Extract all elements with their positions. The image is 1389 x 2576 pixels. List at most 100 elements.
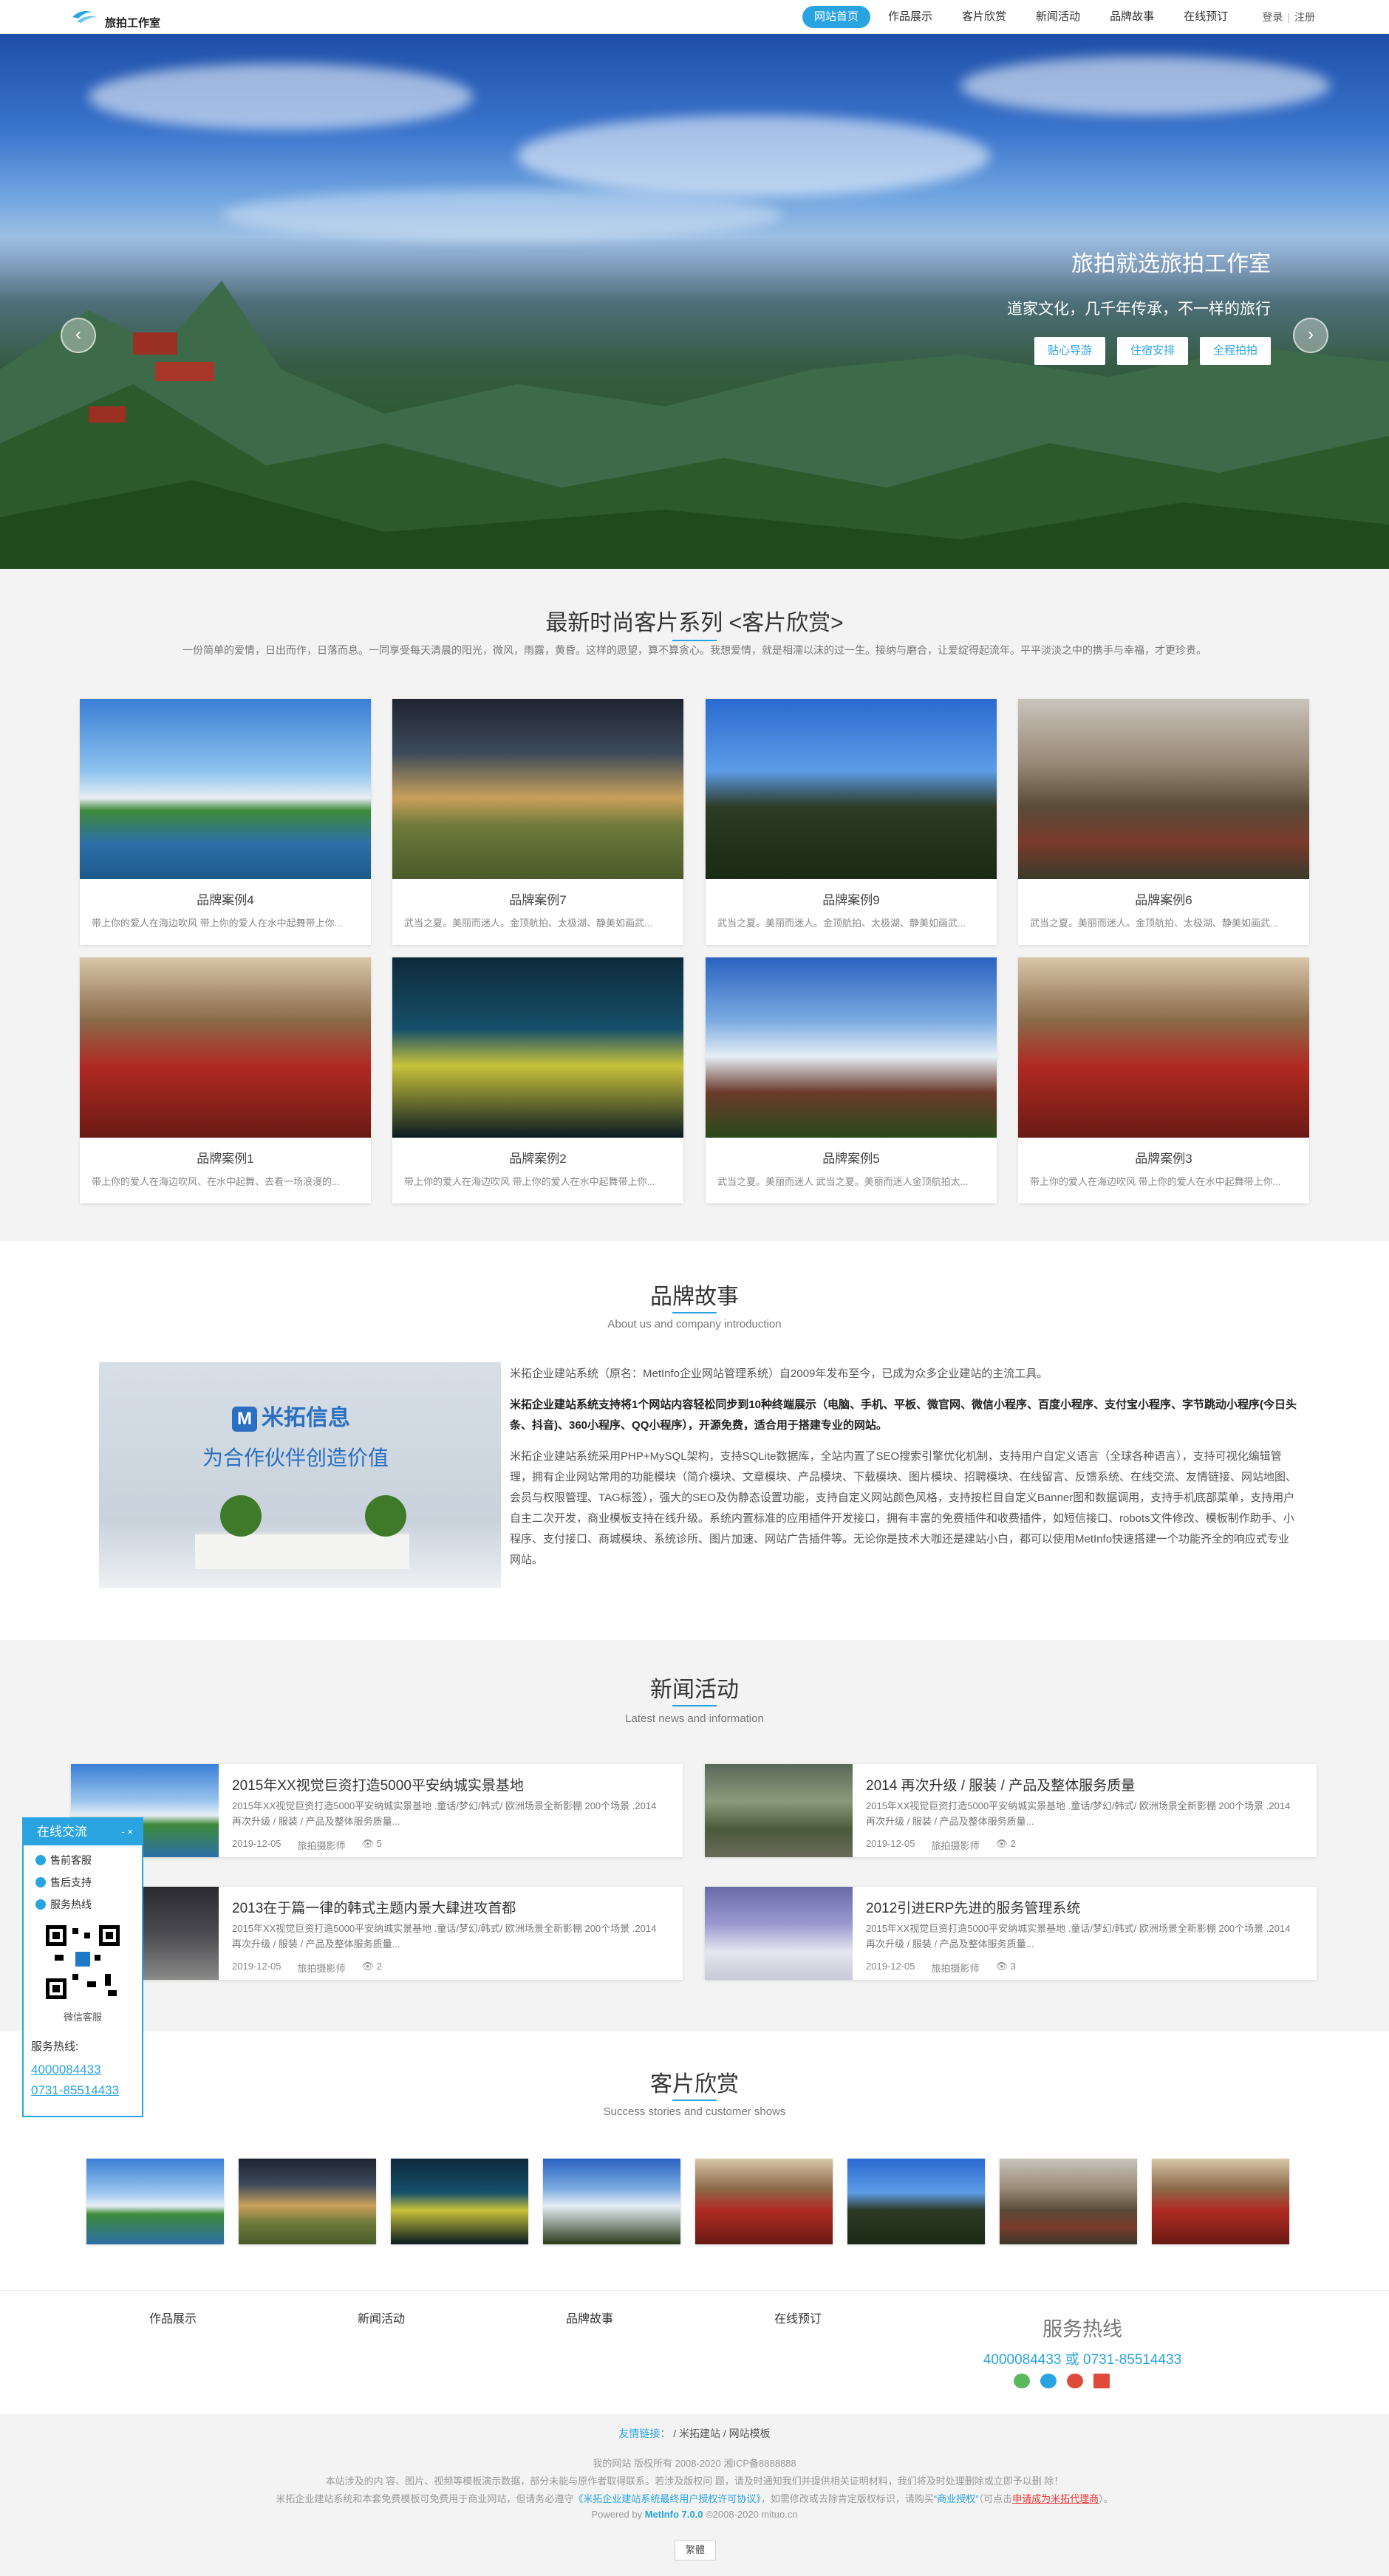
cases-section: 最新时尚客片系列 <客片欣赏> 一份简单的爱情，日出而作，日落而息。一同享受每天… [0, 569, 1389, 1241]
showcase-thumb[interactable] [1000, 2159, 1137, 2244]
footer-link-booking[interactable]: 在线预订 [774, 2309, 822, 2326]
site-logo[interactable]: 旅拍工作室 [71, 4, 160, 30]
case-image[interactable] [392, 699, 683, 879]
footer-bottom: 友情链接： / 米拓建站 / 网站模板 我的网站 版权所有 2008-2020 … [0, 2414, 1389, 2576]
service-phone-1[interactable]: 4000084433 [31, 2063, 142, 2077]
nav-gallery[interactable]: 客片欣赏 [950, 6, 1018, 28]
case-name[interactable]: 品牌案例2 [392, 1148, 683, 1166]
footer-hotline-title: 服务热线 [1042, 2318, 1122, 2340]
case-name[interactable]: 品牌案例7 [392, 889, 683, 908]
banner-title: 旅拍就选旅拍工作室 [1071, 252, 1271, 276]
showcase-thumb[interactable] [239, 2159, 376, 2244]
register-link[interactable]: 注册 [1294, 10, 1315, 24]
news-item[interactable]: 2012引进ERP先进的服务管理系统 2015年XX视觉巨资打造5000平安纳城… [705, 1887, 1317, 1980]
service-phone-2[interactable]: 0731-85514433 [31, 2083, 142, 2098]
powered-text: Powered by [591, 2509, 645, 2520]
case-card[interactable]: 品牌案例6 武当之夏。美丽而迷人。金顶航拍、太极湖、静美如画武... [1018, 699, 1309, 945]
service-hotline-title: 服务热线: [31, 2040, 79, 2053]
footer-hotline-numbers[interactable]: 4000084433 或 0731-85514433 [938, 2348, 1226, 2368]
news-item-title[interactable]: 2014 再次升级 / 服装 / 产品及整体服务质量 [866, 1774, 1135, 1794]
service-aftersale[interactable]: 售后支持 [35, 1875, 142, 1890]
case-card[interactable]: 品牌案例9 武当之夏。美丽而迷人。金顶航拍、太极湖、静美如画武... [706, 699, 997, 945]
showcase-thumb[interactable] [695, 2159, 833, 2244]
case-card[interactable]: 品牌案例2 带上你的爱人在海边吹风 带上你的爱人在水中起舞带上你... [392, 957, 683, 1203]
nav-news[interactable]: 新闻活动 [1024, 6, 1092, 28]
case-name[interactable]: 品牌案例6 [1018, 889, 1309, 908]
case-desc: 带上你的爱人在海边吹风、在水中起舞、去看一场浪漫的... [92, 1176, 340, 1187]
case-image[interactable] [80, 699, 371, 879]
case-card[interactable]: 品牌案例5 武当之夏。美丽而迷人 武当之夏。美丽而迷人金顶航拍太... [706, 957, 997, 1203]
showcase-section: 客片欣赏 Success stories and customer shows [0, 2032, 1389, 2290]
case-desc: 带上你的爱人在海边吹风 带上你的爱人在水中起舞带上你... [404, 1176, 655, 1187]
banner-next-button[interactable]: › [1293, 318, 1328, 353]
language-switch-button[interactable]: 繁體 [675, 2540, 716, 2560]
banner-guide-button[interactable]: 贴心导游 [1034, 337, 1105, 365]
case-image[interactable] [1018, 957, 1309, 1138]
showcase-title: 客片欣赏 [650, 2072, 739, 2097]
case-card[interactable]: 品牌案例3 带上你的爱人在海边吹风 带上你的爱人在水中起舞带上你... [1018, 957, 1309, 1203]
nav-booking[interactable]: 在线预订 [1172, 6, 1240, 28]
banner-photo-button[interactable]: 全程拍拍 [1199, 337, 1271, 365]
nav-works[interactable]: 作品展示 [876, 6, 944, 28]
case-image[interactable] [80, 957, 371, 1138]
showcase-thumb[interactable] [1152, 2159, 1289, 2244]
wechat-icon[interactable] [1014, 2374, 1030, 2388]
case-image[interactable] [706, 699, 997, 879]
showcase-thumb[interactable] [847, 2159, 985, 2244]
commercial-license-link[interactable]: “商业授权” [934, 2493, 979, 2504]
nav-story[interactable]: 品牌故事 [1098, 6, 1166, 28]
showcase-thumb[interactable] [391, 2159, 528, 2244]
banner-lodging-button[interactable]: 住宿安排 [1116, 337, 1188, 365]
story-text: 米拓企业建站系统（原名：MetInfo企业网站管理系统）自2009年发布至今，已… [510, 1364, 1300, 1581]
case-name[interactable]: 品牌案例1 [80, 1148, 371, 1166]
case-card[interactable]: 品牌案例4 带上你的爱人在海边吹风 带上你的爱人在水中起舞带上你... [80, 699, 371, 945]
showcase-thumb[interactable] [86, 2159, 224, 2244]
case-name[interactable]: 品牌案例9 [706, 889, 997, 908]
service-panel-controls[interactable]: - × [121, 1819, 133, 1845]
agent-apply-link[interactable]: 申请成为米拓代理商 [1012, 2493, 1099, 2504]
news-view-count: 2 [1010, 1838, 1016, 1849]
footer-link-works[interactable]: 作品展示 [149, 2309, 197, 2326]
banner-prev-button[interactable]: ‹ [61, 318, 96, 353]
case-image[interactable] [392, 957, 683, 1138]
news-subtitle: Latest news and information [625, 1712, 764, 1725]
news-item[interactable]: 2015年XX视觉巨资打造5000平安纳城实景基地 2015年XX视觉巨资打造5… [71, 1764, 683, 1857]
footer-link-news[interactable]: 新闻活动 [358, 2309, 405, 2326]
case-name[interactable]: 品牌案例3 [1018, 1148, 1309, 1166]
case-name[interactable]: 品牌案例4 [80, 889, 371, 908]
news-image[interactable] [705, 1764, 853, 1857]
login-link[interactable]: 登录 [1262, 10, 1283, 24]
news-item-meta: 2019-12-05 旅拍摄影师 👁 3 [866, 1961, 1016, 1975]
nav-home[interactable]: 网站首页 [802, 6, 871, 28]
footer-link-story[interactable]: 品牌故事 [566, 2309, 613, 2326]
service-aftersale-label: 售后支持 [50, 1876, 92, 1888]
showcase-thumb[interactable] [543, 2159, 680, 2244]
service-presale[interactable]: 售前客服 [35, 1853, 142, 1868]
case-image[interactable] [1018, 699, 1309, 879]
news-item-title[interactable]: 2015年XX视觉巨资打造5000平安纳城实景基地 [232, 1774, 524, 1794]
weibo-icon[interactable] [1067, 2374, 1083, 2388]
metinfo-link[interactable]: MetInfo 7.0.0 [645, 2509, 703, 2520]
friend-divider: / [723, 2428, 729, 2439]
email-icon[interactable] [1093, 2374, 1110, 2388]
service-hotline[interactable]: 服务热线 [35, 1897, 142, 1912]
eye-icon: 👁 [995, 1961, 1009, 1972]
qq-icon[interactable] [1040, 2374, 1057, 2388]
case-name[interactable]: 品牌案例5 [706, 1148, 997, 1166]
case-image[interactable] [706, 957, 997, 1138]
friend-link-metinfo[interactable]: 米拓建站 [679, 2428, 720, 2439]
news-item[interactable]: 2014 再次升级 / 服装 / 产品及整体服务质量 2015年XX视觉巨资打造… [705, 1764, 1317, 1857]
case-card[interactable]: 品牌案例1 带上你的爱人在海边吹风、在水中起舞、去看一场浪漫的... [80, 957, 371, 1203]
license-agreement-link[interactable]: 《米拓企业建站系统最终用户授权许可协议》 [573, 2493, 761, 2504]
news-item[interactable]: 2013在于篇一律的韩式主题内景大肆进攻首都 2015年XX视觉巨资打造5000… [71, 1887, 683, 1980]
eye-icon: 👁 [361, 1838, 375, 1849]
news-author: 旅拍摄影师 [297, 1963, 346, 1974]
friend-link-templates[interactable]: 网站模板 [729, 2428, 771, 2439]
case-card[interactable]: 品牌案例7 武当之夏。美丽而迷人。金顶航拍、太极湖、静美如画武... [392, 699, 683, 945]
news-item-title[interactable]: 2013在于篇一律的韩式主题内景大肆进攻首都 [232, 1897, 516, 1917]
news-image[interactable] [705, 1887, 853, 1980]
news-item-title[interactable]: 2012引进ERP先进的服务管理系统 [866, 1897, 1080, 1917]
qq-icon [35, 1877, 46, 1887]
banner-cloud [517, 115, 990, 197]
news-title: 新闻活动 [650, 1678, 739, 1702]
